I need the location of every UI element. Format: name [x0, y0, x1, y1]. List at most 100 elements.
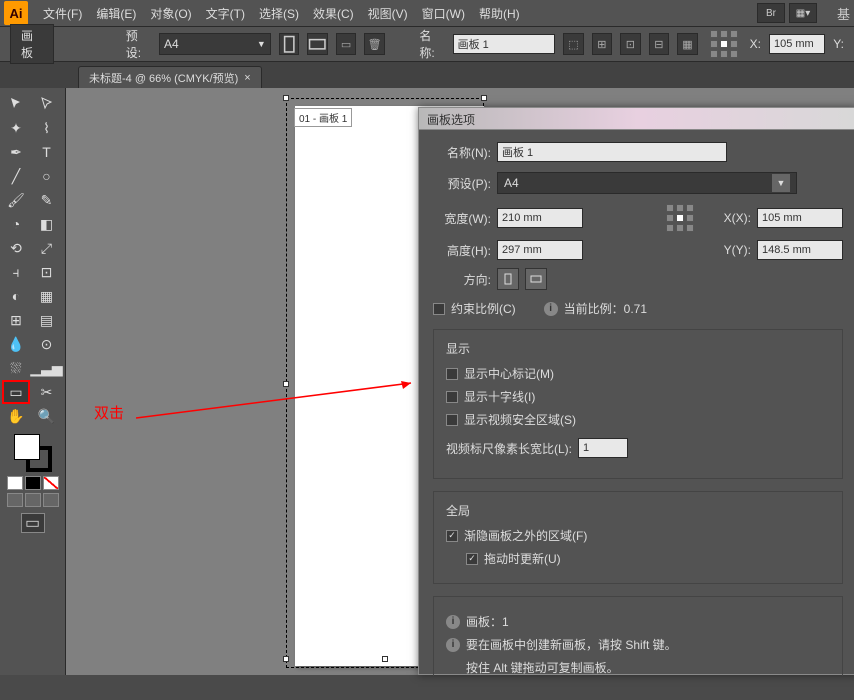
- artboard-tool[interactable]: ▭: [2, 380, 30, 404]
- bridge-button[interactable]: Br: [757, 3, 785, 23]
- none-mode-button[interactable]: [43, 476, 59, 490]
- show-cross-checkbox[interactable]: [446, 391, 458, 403]
- handle-tr[interactable]: [481, 95, 487, 101]
- info-section: i画板：1 i要在画板中创建新画板，请按 Shift 键。 按住 Alt 键拖动…: [433, 596, 843, 676]
- preset-label: 预设:: [126, 27, 151, 61]
- global-section: 全局 渐隐画板之外的区域(F) 拖动时更新(U): [433, 491, 843, 584]
- menu-type[interactable]: 文字(T): [199, 0, 252, 26]
- dlg-preset-select[interactable]: A4▼: [497, 172, 797, 194]
- free-transform-tool[interactable]: ⊡: [33, 260, 61, 284]
- orient-portrait-button[interactable]: [279, 33, 300, 55]
- handle-bl[interactable]: [283, 656, 289, 662]
- dlg-y-input[interactable]: 148.5 mm: [757, 240, 843, 260]
- line-tool[interactable]: ╱: [2, 164, 30, 188]
- type-tool[interactable]: T: [33, 140, 61, 164]
- dlg-height-input[interactable]: 297 mm: [497, 240, 583, 260]
- fade-checkbox[interactable]: [446, 530, 458, 542]
- delete-artboard-button[interactable]: 🗑: [364, 33, 385, 55]
- hint2-label: 按住 Alt 键拖动可复制画板。: [466, 661, 619, 675]
- lasso-tool[interactable]: ⌇: [33, 116, 61, 140]
- menu-view[interactable]: 视图(V): [361, 0, 415, 26]
- x-input[interactable]: 105 mm: [769, 34, 825, 54]
- document-tab[interactable]: 未标题-4 @ 66% (CMYK/预览) ×: [78, 66, 262, 88]
- zoom-tool[interactable]: 🔍: [33, 404, 61, 428]
- arrange-button[interactable]: ▦▾: [789, 3, 817, 23]
- fill-color[interactable]: [14, 434, 40, 460]
- opt2-button[interactable]: ⊡: [620, 33, 641, 55]
- blob-brush-tool[interactable]: ◔: [2, 212, 30, 236]
- width-tool[interactable]: ⫞: [2, 260, 30, 284]
- dlg-width-label: 宽度(W):: [433, 210, 491, 227]
- orient-landscape-button[interactable]: [307, 33, 328, 55]
- fill-stroke-swatch[interactable]: [14, 434, 52, 472]
- constrain-checkbox[interactable]: [433, 303, 445, 315]
- direct-selection-tool[interactable]: [33, 92, 61, 116]
- color-controls: ▭: [2, 434, 63, 533]
- menu-file[interactable]: 文件(F): [36, 0, 89, 26]
- preset-select[interactable]: A4▼: [159, 33, 271, 55]
- update-drag-label: 拖动时更新(U): [484, 550, 561, 567]
- mesh-tool[interactable]: ⊞: [2, 308, 30, 332]
- eraser-tool[interactable]: ◧: [33, 212, 61, 236]
- annotation-arrow: [136, 378, 426, 428]
- artboard-options-dialog: 画板选项 名称(N): 画板 1 预设(P): A4▼ 宽度(W): 210 m…: [418, 107, 854, 675]
- opt3-button[interactable]: ⊟: [649, 33, 670, 55]
- ellipse-tool[interactable]: ○: [33, 164, 61, 188]
- opt1-button[interactable]: ⊞: [592, 33, 613, 55]
- perspective-grid-tool[interactable]: ▦: [33, 284, 61, 308]
- move-artwork-toggle[interactable]: ⬚: [563, 33, 584, 55]
- draw-normal-button[interactable]: [7, 493, 23, 507]
- menu-help[interactable]: 帮助(H): [472, 0, 527, 26]
- menu-window[interactable]: 窗口(W): [415, 0, 472, 26]
- y-label: Y:: [833, 37, 844, 51]
- show-center-checkbox[interactable]: [446, 368, 458, 380]
- pixel-ratio-label: 视频标尺像素长宽比(L):: [446, 440, 572, 457]
- rotate-tool[interactable]: ⟲: [2, 236, 30, 260]
- pencil-tool[interactable]: ✎: [33, 188, 61, 212]
- scale-tool[interactable]: ⤢: [33, 236, 61, 260]
- dlg-portrait-button[interactable]: [497, 268, 519, 290]
- pen-tool[interactable]: ✒: [2, 140, 30, 164]
- slice-tool[interactable]: ✂: [33, 380, 61, 404]
- dlg-landscape-button[interactable]: [525, 268, 547, 290]
- menu-effect[interactable]: 效果(C): [306, 0, 361, 26]
- symbol-sprayer-tool[interactable]: ⛆: [2, 356, 30, 380]
- show-safe-checkbox[interactable]: [446, 414, 458, 426]
- dlg-y-label: Y(Y):: [724, 243, 751, 257]
- menu-object[interactable]: 对象(O): [143, 0, 198, 26]
- handle-bm[interactable]: [382, 656, 388, 662]
- gradient-mode-button[interactable]: [25, 476, 41, 490]
- dlg-name-input[interactable]: 画板 1: [497, 142, 727, 162]
- new-artboard-button[interactable]: ▭: [336, 33, 357, 55]
- selection-tool[interactable]: [2, 92, 30, 116]
- dlg-x-input[interactable]: 105 mm: [757, 208, 843, 228]
- workspace-label[interactable]: 基: [837, 4, 850, 23]
- column-graph-tool[interactable]: ▁▃▅: [33, 356, 61, 380]
- name-input[interactable]: 画板 1: [453, 34, 556, 54]
- artboard-label[interactable]: 01 - 画板 1: [294, 108, 352, 127]
- eyedropper-tool[interactable]: 💧: [2, 332, 30, 356]
- name-label: 名称:: [419, 27, 444, 61]
- opt4-button[interactable]: ▦: [677, 33, 698, 55]
- reference-point-grid[interactable]: [710, 30, 738, 58]
- color-mode-button[interactable]: [7, 476, 23, 490]
- gradient-tool[interactable]: ▤: [33, 308, 61, 332]
- handle-tl[interactable]: [283, 95, 289, 101]
- screen-mode-button[interactable]: ▭: [21, 513, 45, 533]
- menu-select[interactable]: 选择(S): [252, 0, 306, 26]
- blend-tool[interactable]: ⊙: [33, 332, 61, 356]
- draw-behind-button[interactable]: [25, 493, 41, 507]
- paintbrush-tool[interactable]: 🖌: [2, 188, 30, 212]
- dlg-reference-point[interactable]: [666, 204, 694, 232]
- shape-builder-tool[interactable]: ◐: [2, 284, 30, 308]
- magic-wand-tool[interactable]: ✦: [2, 116, 30, 140]
- pixel-ratio-input[interactable]: 1: [578, 438, 628, 458]
- draw-inside-button[interactable]: [43, 493, 59, 507]
- dlg-width-input[interactable]: 210 mm: [497, 208, 583, 228]
- menu-edit[interactable]: 编辑(E): [89, 0, 143, 26]
- x-label: X:: [750, 37, 761, 51]
- info-icon-2: i: [446, 615, 460, 629]
- hand-tool[interactable]: ✋: [2, 404, 30, 428]
- tab-close-button[interactable]: ×: [244, 72, 250, 84]
- update-drag-checkbox[interactable]: [466, 553, 478, 565]
